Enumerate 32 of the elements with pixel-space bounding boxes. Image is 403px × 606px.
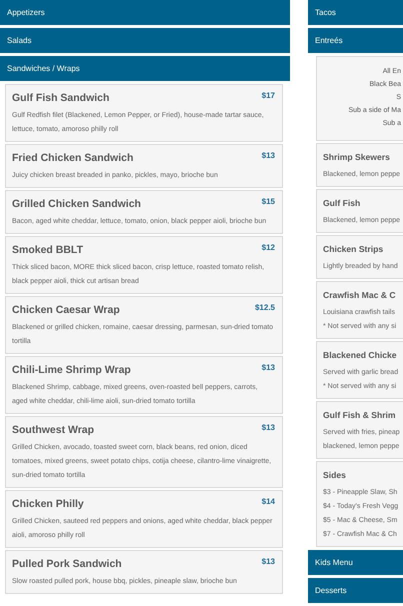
- item-name: Blackened Chicke: [323, 349, 397, 362]
- item-price: $12.5: [254, 303, 275, 312]
- item-name: Crawfish Mac & C: [323, 289, 396, 302]
- item-name: Chicken Caesar Wrap: [12, 303, 120, 317]
- item-price: $13: [262, 423, 275, 432]
- item-name: Fried Chicken Sandwich: [12, 151, 134, 165]
- item-price: $12: [262, 243, 275, 252]
- item-name: Smoked BBLT: [12, 243, 83, 257]
- section-header[interactable]: Entreés: [308, 28, 403, 53]
- item-name: Gulf Fish Sandwich: [12, 91, 110, 105]
- item-price: $17: [262, 91, 275, 100]
- item-name: Chili-Lime Shrimp Wrap: [12, 363, 131, 377]
- item-price: $13: [262, 363, 275, 372]
- section-header[interactable]: Appetizers: [0, 0, 290, 25]
- item-name: Southwest Wrap: [12, 423, 94, 437]
- section-header[interactable]: Kids Menu: [308, 550, 403, 575]
- section-header[interactable]: Tacos: [308, 0, 403, 25]
- item-price: $14: [262, 497, 275, 506]
- item-name: Grilled Chicken Sandwich: [12, 197, 141, 211]
- item-name: Gulf Fish: [323, 197, 360, 210]
- item-name: Pulled Pork Sandwich: [12, 557, 122, 571]
- section-header[interactable]: Salads: [0, 28, 290, 53]
- section-header[interactable]: Sandwiches / Wraps: [0, 56, 290, 81]
- item-price: $13: [262, 151, 275, 160]
- item-name: Gulf Fish & Shrim: [323, 409, 396, 422]
- item-name: Shrimp Skewers: [323, 151, 390, 164]
- item-name: Chicken Strips: [323, 243, 384, 256]
- item-price: $13: [262, 557, 275, 566]
- item-name: Chicken Philly: [12, 497, 84, 511]
- item-name: Sides: [323, 469, 346, 482]
- item-price: $15: [262, 197, 275, 206]
- section-header[interactable]: Desserts: [308, 578, 403, 603]
